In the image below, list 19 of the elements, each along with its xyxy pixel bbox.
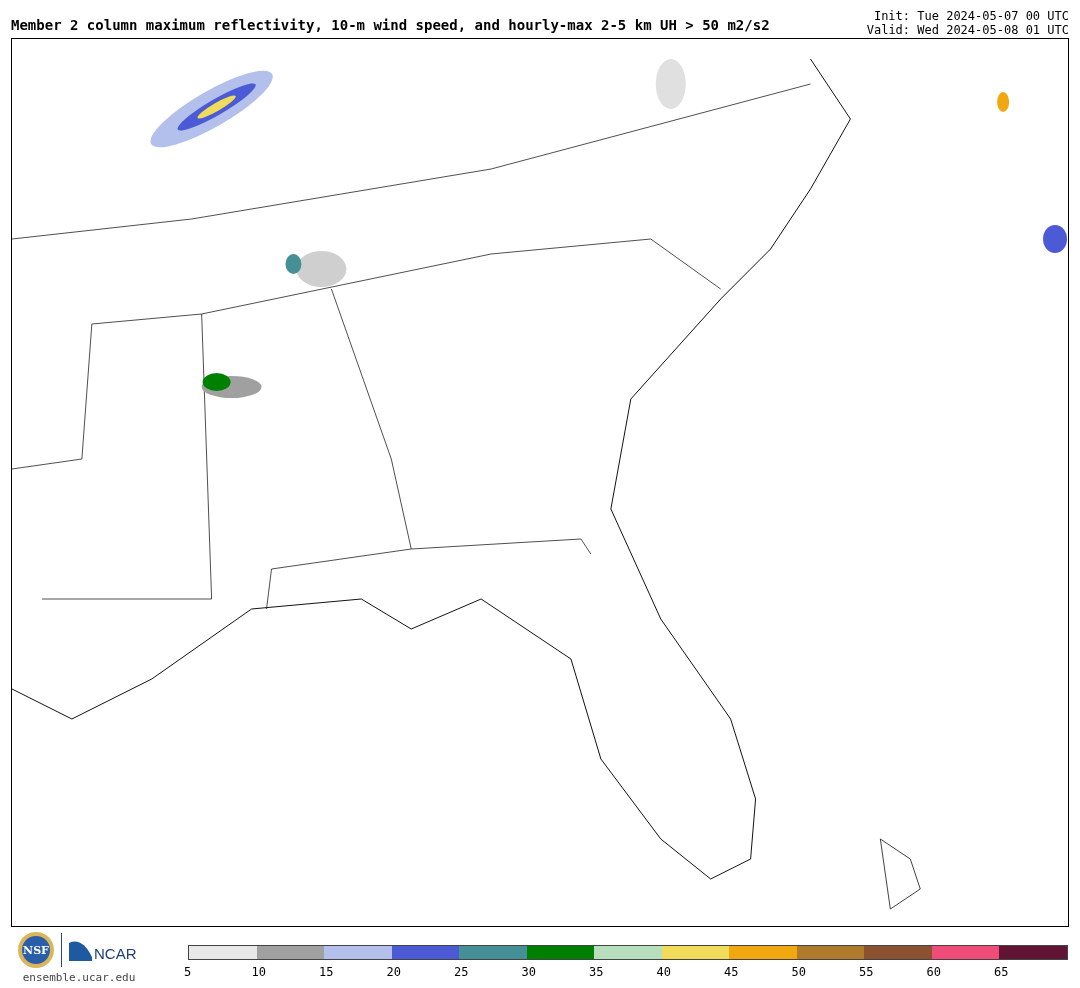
scale-label: 15 <box>319 964 335 979</box>
scale-label: 30 <box>521 964 537 979</box>
scale-label: 25 <box>454 964 470 979</box>
scale-label: 40 <box>656 964 672 979</box>
scale-label: 65 <box>994 964 1010 979</box>
scale-label: 50 <box>791 964 807 979</box>
nsf-logo: NSF <box>16 931 55 969</box>
scale-label: 10 <box>251 964 267 979</box>
scale-label: 60 <box>926 964 942 979</box>
scale-label: 55 <box>859 964 875 979</box>
scale-label: 5 <box>184 964 193 979</box>
ncar-logo: NCAR <box>67 937 142 963</box>
scale-label: 20 <box>386 964 402 979</box>
scale-label: 45 <box>724 964 740 979</box>
scale-label: 35 <box>589 964 605 979</box>
valid-time: Valid: Wed 2024-05-08 01 UTC <box>866 23 1069 37</box>
init-time: Init: Tue 2024-05-07 00 UTC <box>873 9 1069 23</box>
chart-title: Member 2 column maximum reflectivity, 10-m wind speed, and hourly-max 2-5 km UH > 50 m2/s2 <box>11 17 770 35</box>
site-url: ensemble.ucar.edu <box>22 971 136 984</box>
